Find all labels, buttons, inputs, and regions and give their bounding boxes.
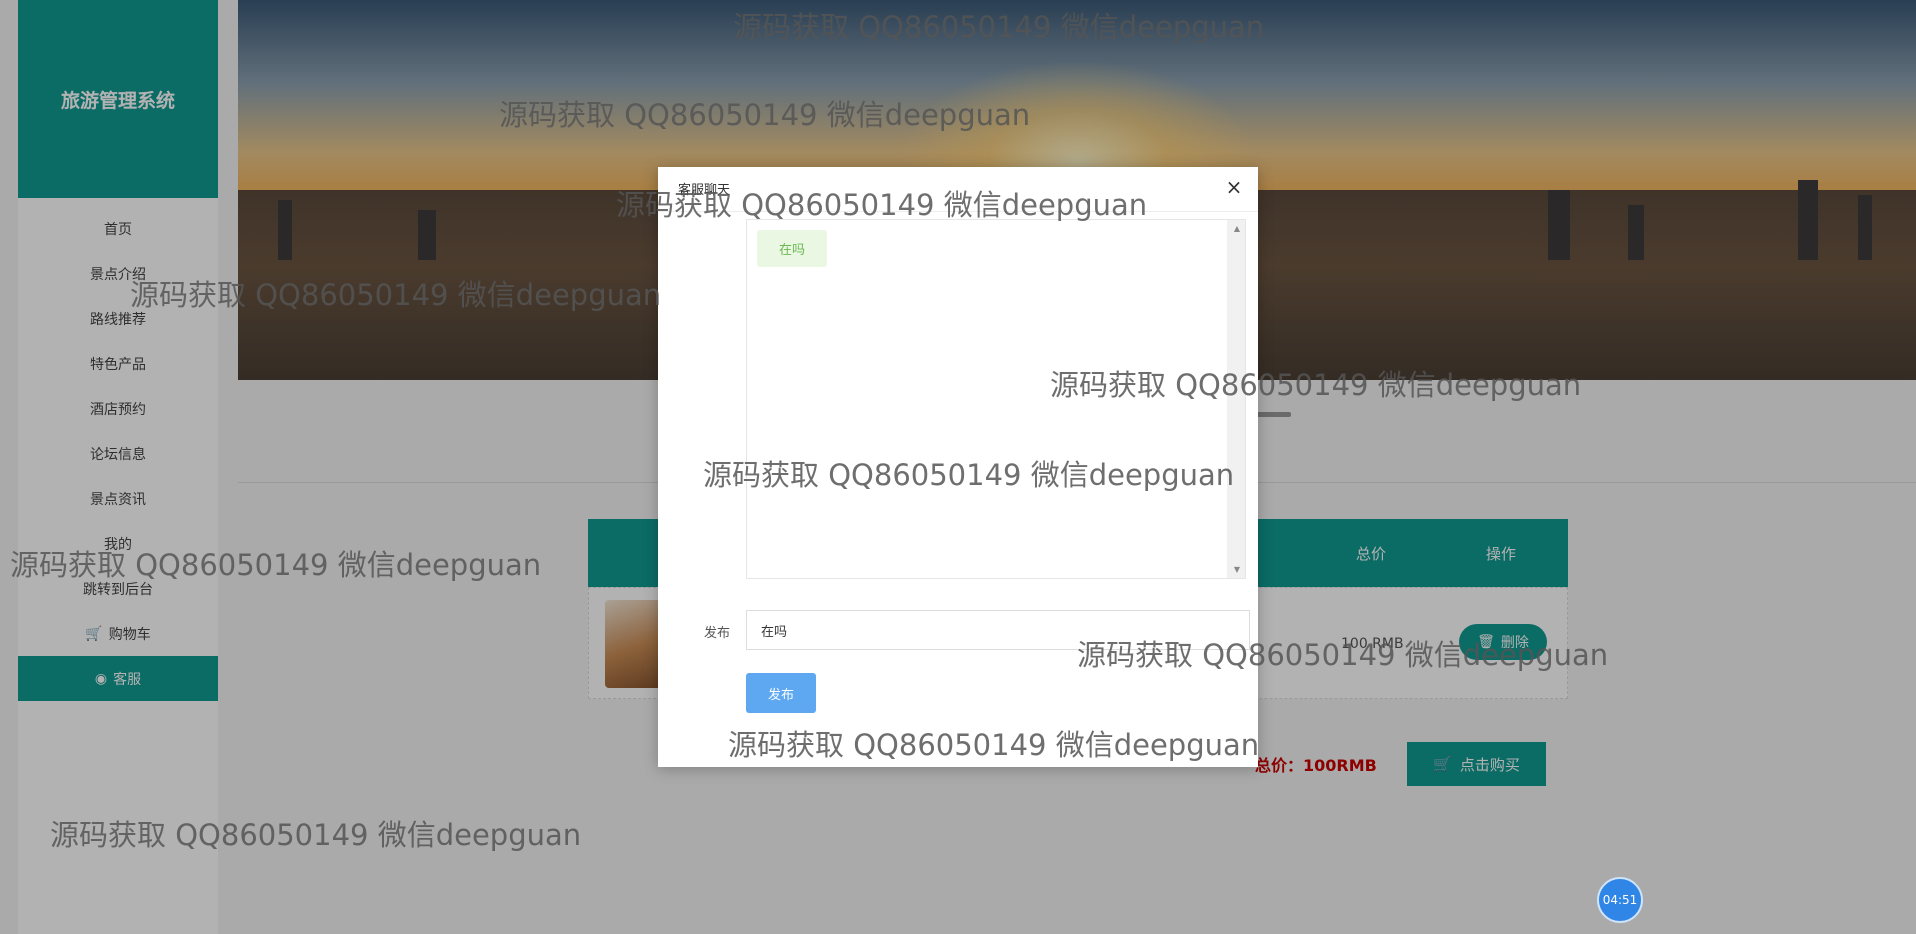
chat-scrollbar[interactable]: ▲ ▼ — [1227, 220, 1245, 578]
send-button[interactable]: 发布 — [746, 673, 816, 713]
scroll-down-icon[interactable]: ▼ — [1234, 565, 1240, 574]
chat-message: 在吗 — [757, 230, 828, 267]
timer-badge[interactable]: 04:51 — [1597, 877, 1643, 923]
dialog-separator — [658, 211, 1258, 212]
input-label: 发布 — [704, 626, 731, 641]
chat-input[interactable] — [746, 610, 1250, 650]
scroll-up-icon[interactable]: ▲ — [1234, 224, 1240, 233]
close-icon[interactable]: × — [1222, 175, 1246, 199]
chat-history[interactable]: 在吗 ▲ ▼ — [746, 219, 1246, 579]
chat-dialog: 客服聊天 × 在吗 ▲ ▼ 发布 发布 — [658, 167, 1258, 767]
dialog-title: 客服聊天 — [678, 183, 731, 198]
